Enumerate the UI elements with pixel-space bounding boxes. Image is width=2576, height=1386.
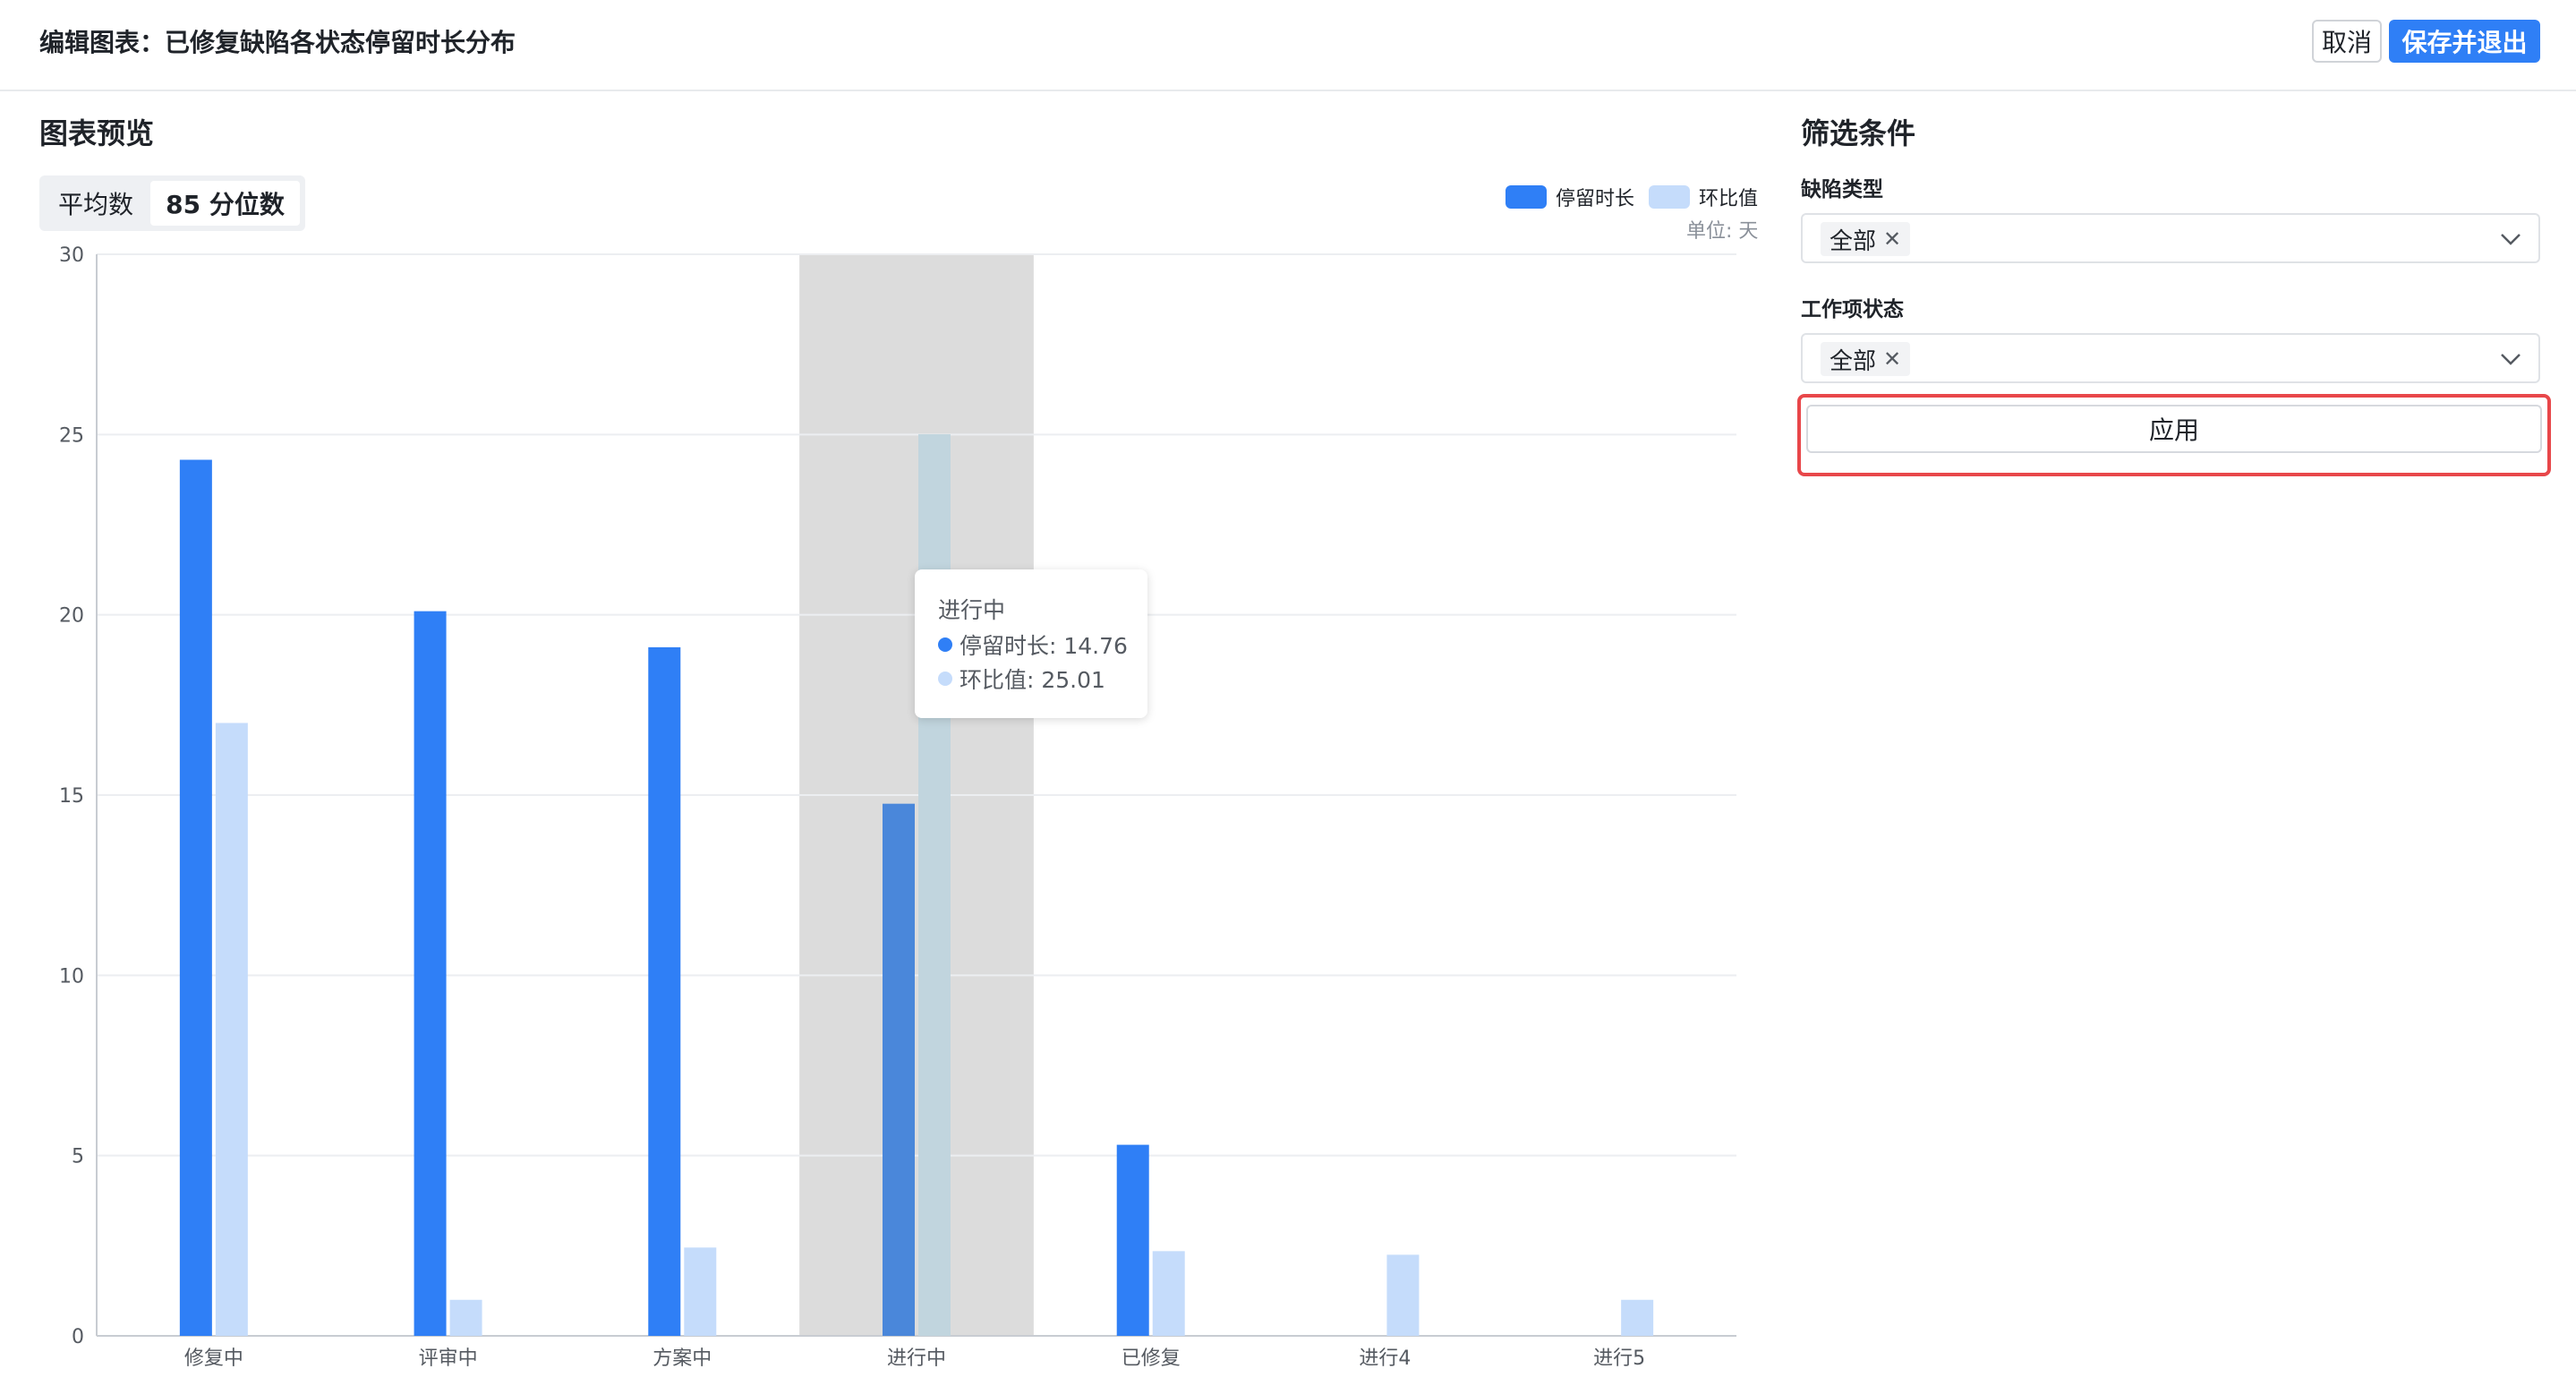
y-tick-label: 0 [72,1326,84,1348]
defect-type-select[interactable]: 全部 ✕ [1801,213,2540,263]
y-tick-label: 5 [72,1146,84,1168]
bar-duration [648,646,681,1336]
tooltip-dot-duration [938,637,952,652]
top-bar: 编辑图表：已修复缺陷各状态停留时长分布 取消 保存并退出 [0,0,2576,91]
legend-swatch-ratio [1649,185,1690,209]
legend-item-ratio[interactable]: 环比值 [1649,183,1758,211]
cancel-button[interactable]: 取消 [2312,20,2382,63]
legend-label-duration: 停留时长 [1556,188,1635,210]
x-tick-label: 进行中 [887,1348,946,1370]
y-tick-label: 15 [59,785,84,808]
y-tick-label: 25 [59,424,84,447]
defect-type-label: 缺陷类型 [1801,178,1883,201]
chevron-down-icon[interactable] [2499,227,2522,251]
bar-ratio [684,1247,717,1336]
work-item-status-tag-label: 全部 [1830,347,1877,375]
work-item-status-select[interactable]: 全部 ✕ [1801,333,2540,383]
page-title: 编辑图表：已修复缺陷各状态停留时长分布 [39,28,516,57]
tooltip-title: 进行中 [938,597,1006,623]
y-tick-label: 30 [59,244,84,267]
apply-button[interactable]: 应用 [1806,405,2542,453]
work-item-status-tag: 全部 ✕ [1821,342,1911,376]
chevron-down-icon[interactable] [2499,347,2522,371]
filters-title: 筛选条件 [1801,116,1916,150]
defect-type-tag-label: 全部 [1830,227,1877,255]
legend-item-duration[interactable]: 停留时长 [1506,183,1634,211]
preview-title: 图表预览 [39,116,155,150]
legend-swatch-duration [1506,185,1547,209]
bar-ratio [1621,1299,1654,1336]
tooltip-value-ratio: 环比值: 25.01 [960,667,1105,693]
metric-option-average[interactable]: 平均数 [45,181,147,226]
bar-ratio [215,723,248,1336]
bar-duration [1116,1144,1149,1336]
bar-ratio [449,1299,482,1336]
tooltip-row-ratio: 环比值: 25.01 [938,663,1105,695]
x-tick-label: 评审中 [419,1348,478,1370]
tooltip-value-duration: 停留时长: 14.76 [960,633,1128,659]
tooltip-row-duration: 停留时长: 14.76 [938,629,1128,661]
legend-label-ratio: 环比值 [1699,188,1759,210]
y-tick-label: 10 [59,965,84,988]
bar-ratio [1152,1251,1185,1336]
x-tick-label: 进行4 [1359,1348,1411,1370]
x-tick-label: 进行5 [1593,1348,1645,1370]
x-tick-label: 方案中 [653,1348,712,1370]
metric-toggle: 平均数 85 分位数 [39,175,305,231]
bar-chart: 051015202530修复中 评审中 方案中 进行中 已修复 进行4 进行5 [59,244,1736,1370]
x-tick-label: 修复中 [184,1348,243,1370]
bar-duration [414,611,447,1336]
save-and-exit-button[interactable]: 保存并退出 [2389,20,2540,63]
bar-ratio [1386,1254,1420,1336]
defect-type-tag: 全部 ✕ [1821,222,1911,256]
x-tick-label: 已修复 [1122,1348,1181,1370]
work-item-status-label: 工作项状态 [1801,298,1904,321]
chart-tooltip: 进行中 停留时长: 14.76 环比值: 25.01 [915,569,1147,718]
bar-duration [179,459,212,1336]
metric-option-85-percentile[interactable]: 85 分位数 [150,181,300,226]
bar-duration [883,803,915,1336]
y-tick-label: 20 [59,605,84,628]
close-icon[interactable]: ✕ [1883,346,1901,372]
tooltip-dot-ratio [938,672,952,686]
close-icon[interactable]: ✕ [1883,227,1901,252]
